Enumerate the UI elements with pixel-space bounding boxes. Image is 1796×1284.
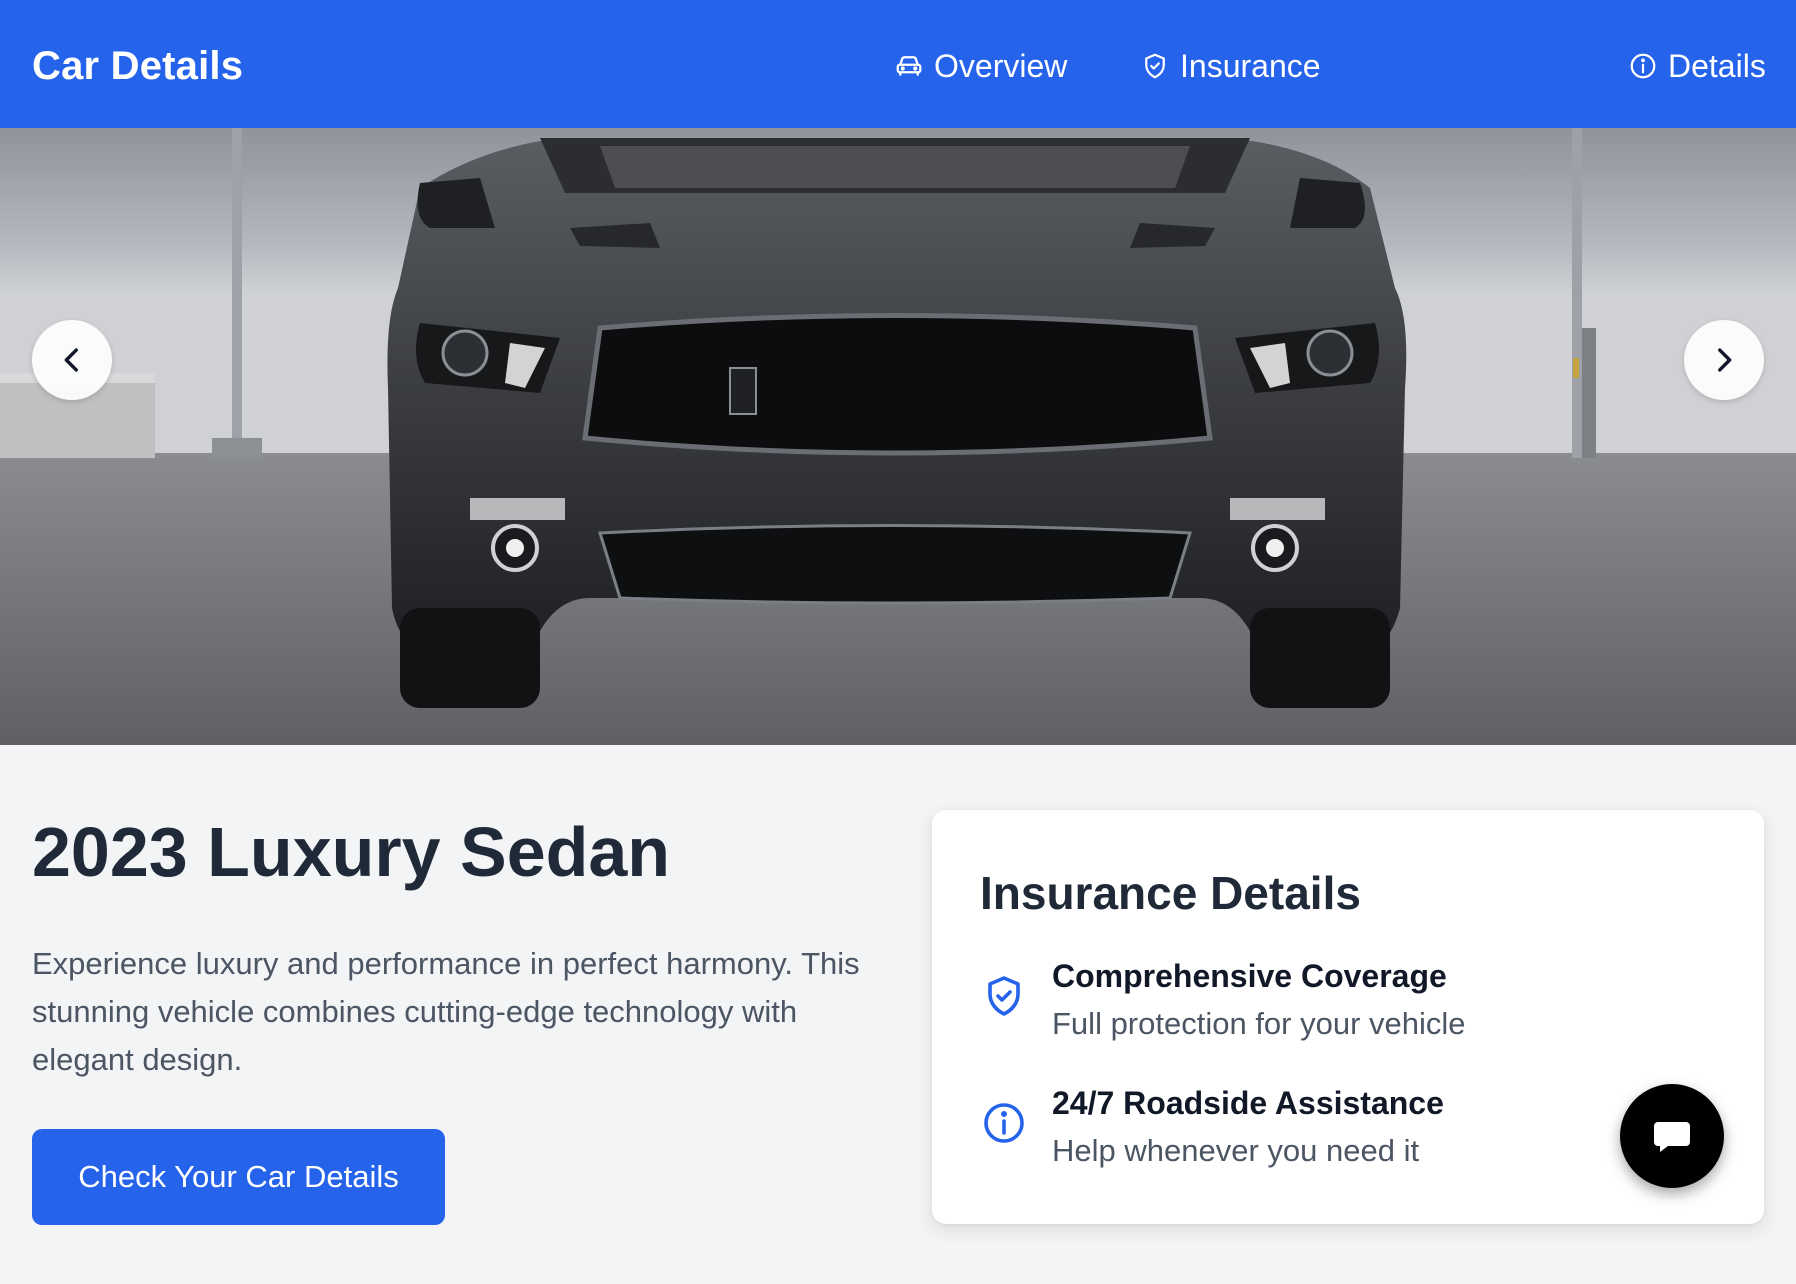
feature-title: 24/7 Roadside Assistance bbox=[1052, 1085, 1444, 1121]
hero-carousel bbox=[0, 128, 1796, 745]
nav-details[interactable]: Details bbox=[1628, 46, 1766, 86]
shield-check-icon bbox=[988, 976, 1020, 1016]
carousel-next-button[interactable] bbox=[1684, 320, 1764, 400]
feature-title: Comprehensive Coverage bbox=[1052, 958, 1447, 994]
car-description: Experience luxury and performance in per… bbox=[32, 946, 860, 1077]
nav-overview[interactable]: Overview bbox=[894, 46, 1067, 86]
insurance-title: Insurance Details bbox=[980, 867, 1361, 919]
info-icon bbox=[984, 1103, 1024, 1143]
chevron-right-icon bbox=[1718, 348, 1732, 372]
shield-check-icon bbox=[1145, 53, 1165, 79]
car-hero-image bbox=[0, 128, 1796, 745]
chat-launcher-button[interactable] bbox=[1620, 1084, 1724, 1188]
nav-insurance-label: Insurance bbox=[1180, 47, 1321, 84]
car-title: 2023 Luxury Sedan bbox=[32, 813, 671, 891]
chat-bubble-icon bbox=[1654, 1122, 1690, 1152]
top-header: Car Details Overview Insurance Details bbox=[0, 0, 1796, 128]
nav-insurance[interactable]: Insurance bbox=[1140, 46, 1321, 86]
info-icon bbox=[1630, 53, 1656, 79]
feature-description: Help whenever you need it bbox=[1052, 1133, 1420, 1168]
feature-description: Full protection for your vehicle bbox=[1052, 1006, 1466, 1041]
car-icon bbox=[896, 56, 922, 76]
check-car-details-button[interactable]: Check Your Car Details bbox=[32, 1129, 445, 1225]
site-title[interactable]: Car Details bbox=[32, 44, 243, 89]
nav-details-label: Details bbox=[1668, 47, 1766, 84]
carousel-prev-button[interactable] bbox=[32, 320, 112, 400]
chevron-left-icon bbox=[64, 348, 78, 372]
nav-overview-label: Overview bbox=[934, 47, 1068, 84]
